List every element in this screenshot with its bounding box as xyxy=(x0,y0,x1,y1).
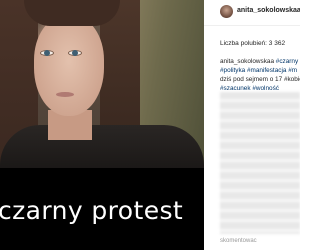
likes-label: Liczba polubień: xyxy=(220,40,267,47)
caption-hashtags[interactable]: #czarny xyxy=(274,58,298,65)
post-header: anita_sokolowskaa xyxy=(204,0,300,26)
likes-count: Liczba polubień: 3 362 xyxy=(220,40,285,47)
post-side-panel: anita_sokolowskaa Liczba polubień: 3 362… xyxy=(204,0,300,250)
banner-text: czarny protest xyxy=(0,196,184,225)
blurred-comments xyxy=(220,92,300,234)
avatar[interactable] xyxy=(220,5,233,18)
right-eye xyxy=(68,50,82,56)
caption-line[interactable]: #polityka #manifestacja #m xyxy=(220,66,300,75)
post-photo[interactable]: czarny protest xyxy=(0,0,204,250)
hair-top xyxy=(24,0,120,26)
caption-line: anita_sokolowskaa #czarny xyxy=(220,57,300,66)
author-username[interactable]: anita_sokolowskaa xyxy=(237,7,300,14)
face xyxy=(34,16,104,116)
lips xyxy=(56,92,74,97)
likes-number[interactable]: 3 362 xyxy=(269,40,285,47)
left-eye xyxy=(40,50,54,56)
caption-line: dziś pod sejmem o 17 #kobie xyxy=(220,76,300,83)
caption-author[interactable]: anita_sokolowskaa xyxy=(220,58,274,65)
post-caption: anita_sokolowskaa #czarny #polityka #man… xyxy=(220,57,300,93)
comment-input-hint[interactable]: skomentowac xyxy=(220,238,257,244)
